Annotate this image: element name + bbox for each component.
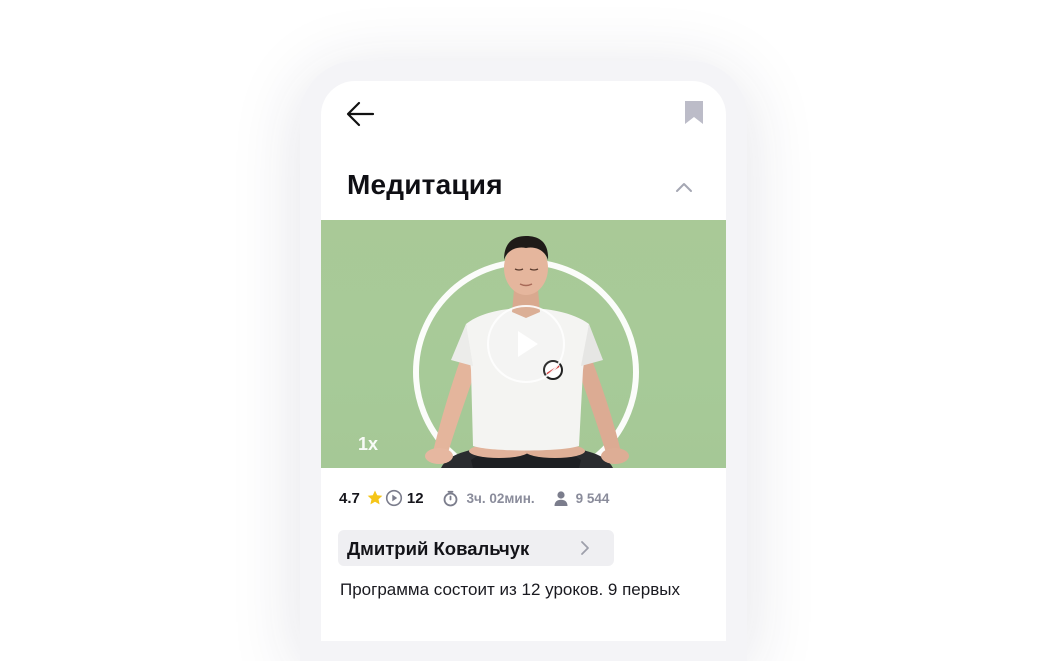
rating-value: 4.7 [339,489,360,507]
phone-frame: Медитация 1x 4.7 12 3ч. 02мин. 9 544 Дми… [300,61,747,661]
stopwatch-icon [443,490,457,506]
course-title: Медитация [347,169,503,200]
author-name: Дмитрий Ковальчук [347,538,530,559]
chevron-up-icon [676,183,692,192]
author-link[interactable]: Дмитрий Ковальчук [338,530,614,566]
back-button[interactable] [344,97,378,131]
app-screen: Медитация 1x 4.7 12 3ч. 02мин. 9 544 Дми… [321,81,726,641]
arrow-left-icon [346,101,375,127]
playback-speed-button[interactable]: 1x [358,434,378,455]
course-description: Программа состоит из 12 уроков. 9 первых [340,580,680,599]
video-player[interactable]: 1x [321,220,726,468]
chevron-right-icon [581,541,589,555]
students-count: 9 544 [575,490,610,506]
collapse-button[interactable] [673,178,695,196]
lessons-count: 12 [406,489,424,507]
play-button[interactable] [486,304,566,384]
bookmark-icon [685,101,703,124]
bookmark-button[interactable] [681,100,707,126]
course-duration: 3ч. 02мин. [466,490,535,506]
play-icon [487,305,565,383]
play-circle-icon [385,489,402,507]
user-icon [554,490,568,506]
star-icon [367,490,383,505]
course-stats: 4.7 12 3ч. 02мин. 9 544 [339,487,719,509]
